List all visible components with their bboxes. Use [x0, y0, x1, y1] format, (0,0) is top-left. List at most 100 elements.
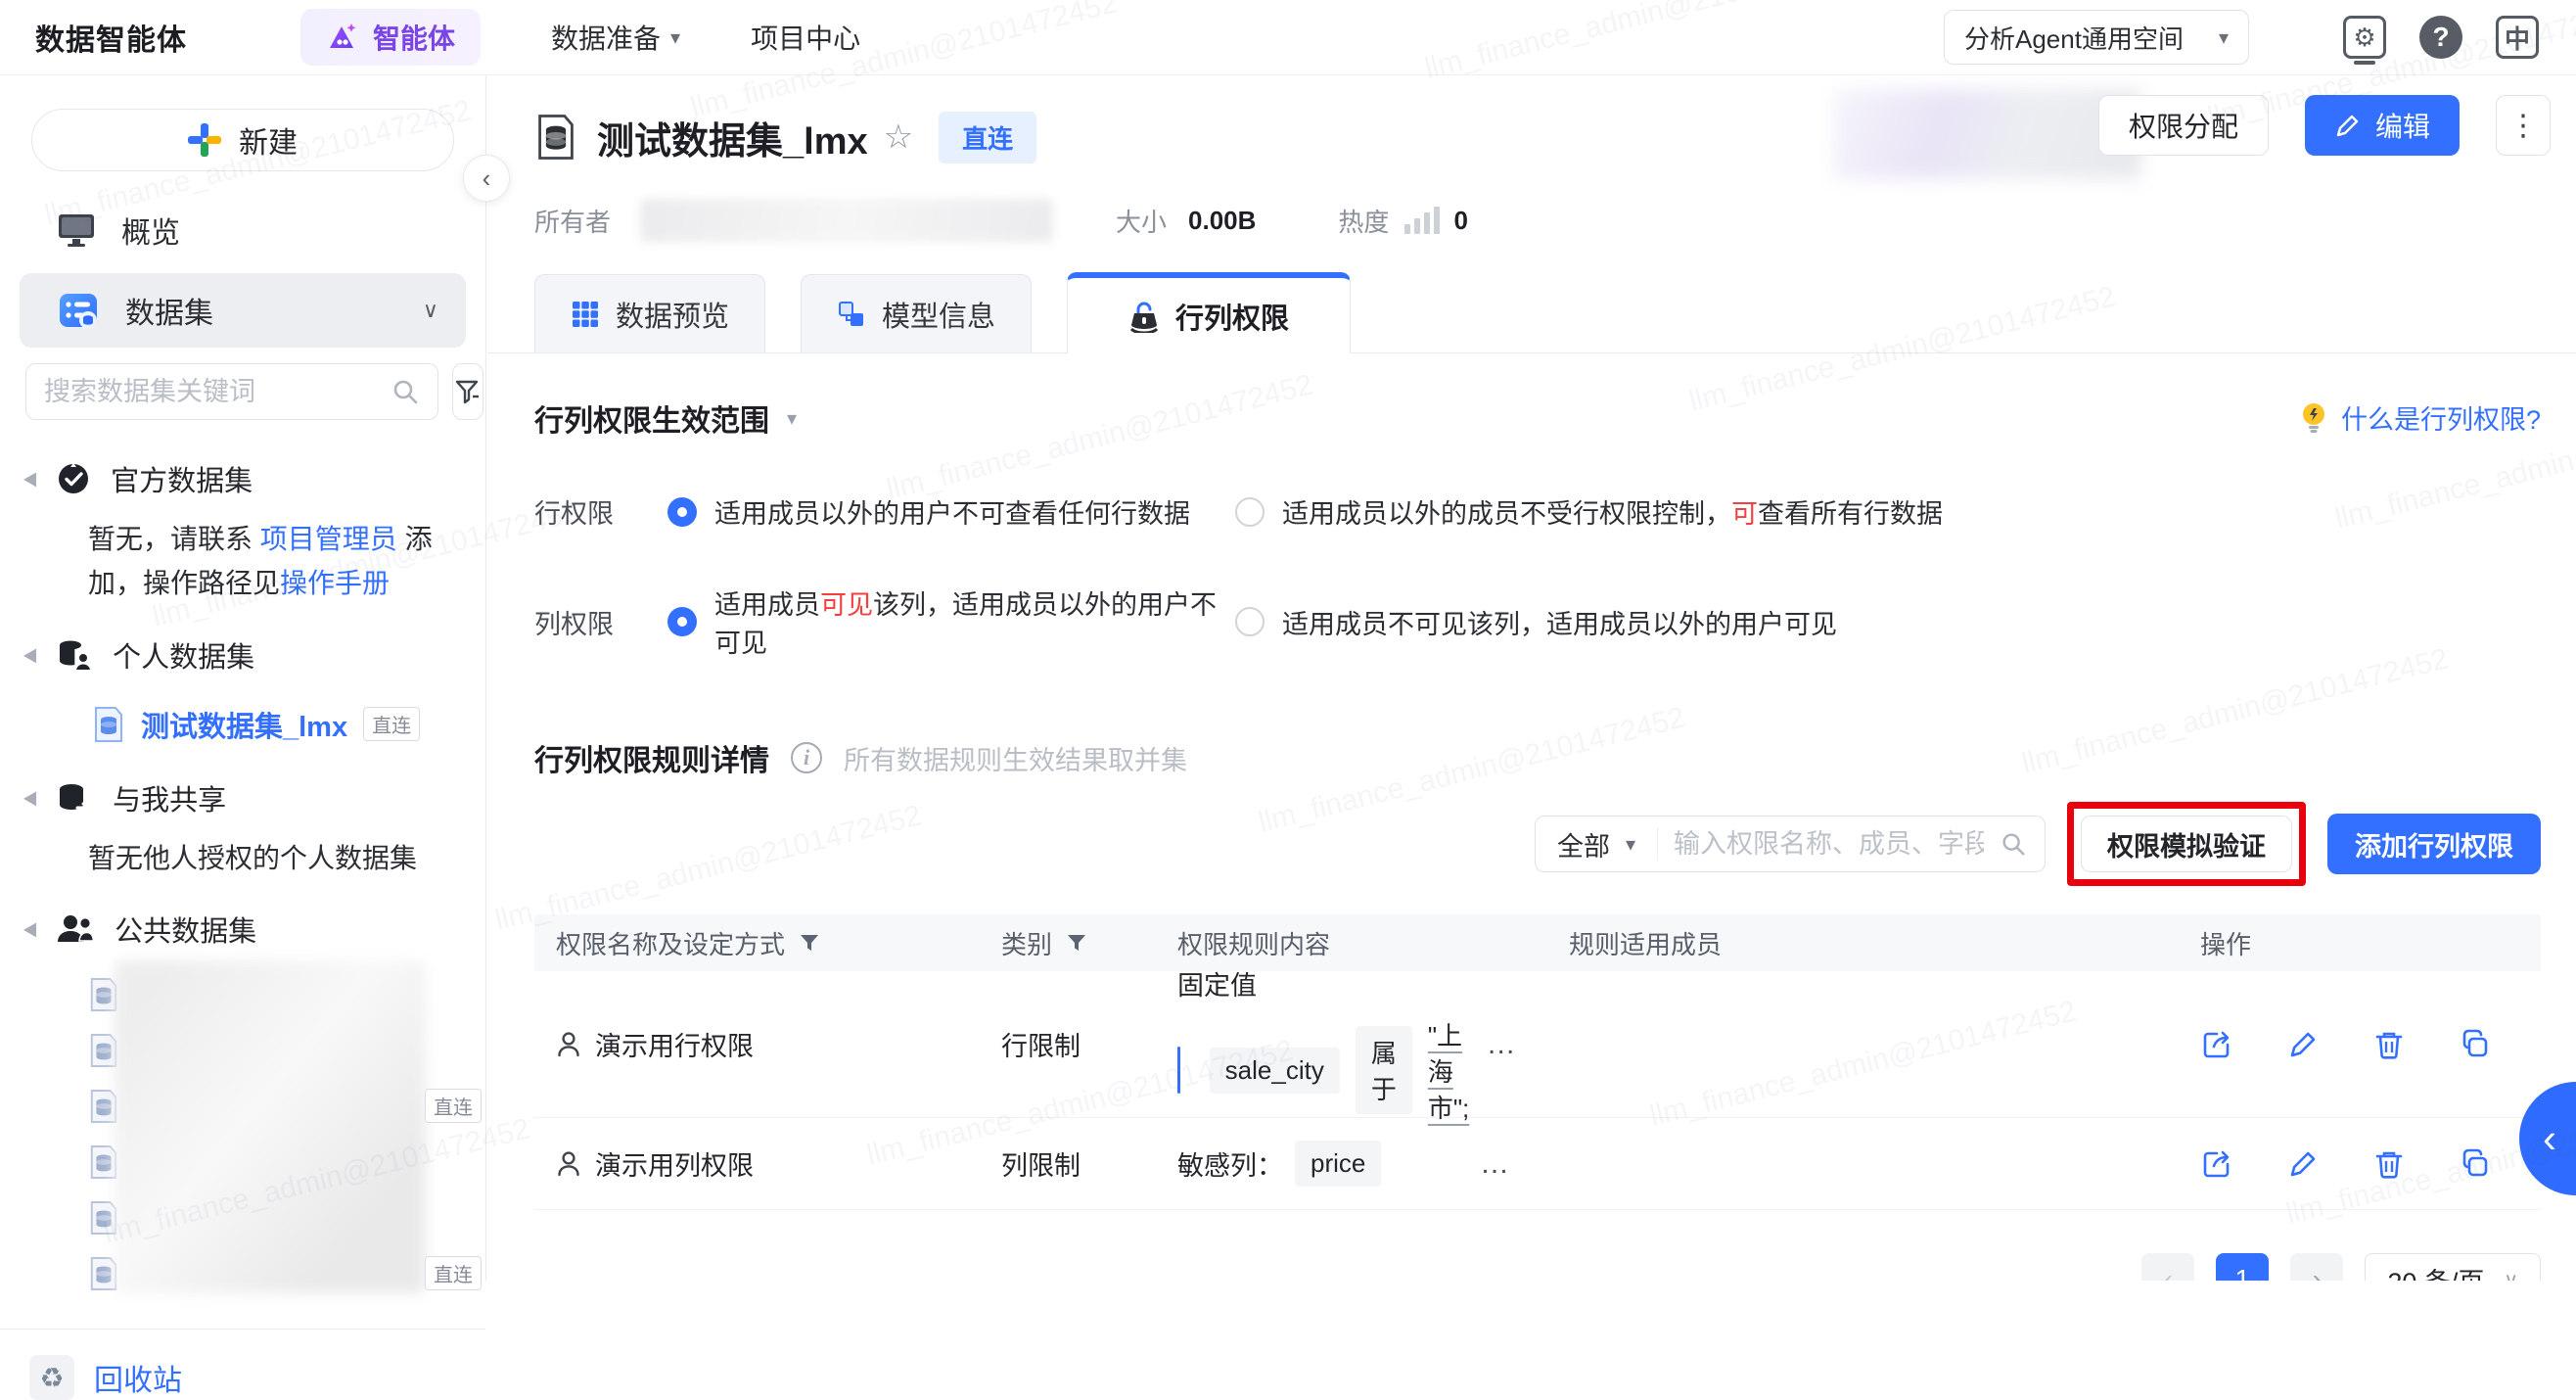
size-value: 0.00B — [1188, 206, 1256, 236]
colorful-plus-icon — [188, 123, 221, 157]
tab-data-preview[interactable]: 数据预览 — [534, 274, 765, 352]
project-admin-link[interactable]: 项目管理员 — [260, 524, 397, 554]
blurred-dataset-names — [115, 960, 426, 1293]
dataset-search-input[interactable] — [44, 377, 391, 407]
tree-section-public[interactable]: ◀ 公共数据集 — [0, 892, 485, 966]
tree-expand-icon[interactable]: ◀ — [23, 786, 36, 809]
tree-expand-icon[interactable]: ◀ — [23, 918, 36, 941]
nav-project-center[interactable]: 项目中心 — [751, 18, 860, 57]
tree-section-shared-label: 与我共享 — [113, 777, 226, 818]
chevron-down-icon: ▾ — [670, 25, 680, 50]
row-permission-option-2[interactable]: 适用成员以外的成员不受行权限控制，可查看所有行数据 — [1235, 492, 1943, 531]
column-permission-option-1[interactable]: 适用成员可见该列，适用成员以外的用户不可见 — [667, 583, 1235, 660]
radio-selected-icon[interactable] — [667, 497, 697, 527]
page-size-selector[interactable]: 20 条/页 ∨ — [2365, 1253, 2541, 1281]
edit-button[interactable]: 编辑 — [2305, 95, 2460, 156]
row-permission-option-1-label: 适用成员以外的用户不可查看任何行数据 — [714, 492, 1190, 531]
pencil-icon — [2334, 112, 2362, 139]
sidebar-collapse-button[interactable]: ‹ — [463, 155, 510, 202]
search-icon — [391, 377, 420, 406]
personal-dataset-item[interactable]: 测试数据集_lmx 直连 — [0, 692, 485, 761]
tree-section-personal[interactable]: ◀ 个人数据集 — [0, 618, 485, 692]
shared-dataset-icon — [56, 780, 93, 816]
apply-rule-icon[interactable] — [2200, 1028, 2233, 1061]
official-check-icon — [56, 461, 91, 496]
dataset-doc-icon — [534, 114, 577, 161]
permission-assign-button[interactable]: 权限分配 — [2098, 95, 2269, 156]
dataset-doc-icon — [92, 706, 125, 743]
favorite-star-icon[interactable]: ☆ — [884, 117, 913, 157]
row-permission-option-1[interactable]: 适用成员以外的用户不可查看任何行数据 — [667, 492, 1235, 531]
fixed-value-condition: 固定值 sale_city 属于 "上海市"; — [1177, 964, 1473, 1125]
condition-type: 固定值 — [1177, 964, 1473, 1003]
chevron-down-icon: ∨ — [2504, 1268, 2518, 1282]
shared-empty-note: 暂无他人授权的个人数据集 — [0, 835, 485, 893]
funnel-filter-icon[interactable] — [1066, 932, 1087, 954]
rules-filter-type-select[interactable]: 全部 ▾ — [1536, 827, 1658, 861]
tree-expand-icon[interactable]: ◀ — [23, 468, 36, 490]
pagination-next-button[interactable]: › — [2290, 1253, 2343, 1281]
edit-rule-icon[interactable] — [2286, 1028, 2320, 1061]
help-button[interactable]: ? — [2417, 14, 2464, 61]
pagination-page-1[interactable]: 1 — [2216, 1253, 2269, 1281]
new-button-label: 新建 — [239, 118, 298, 162]
tab-rowcol-permission[interactable]: 行列权限 — [1067, 272, 1351, 353]
scope-section-header: 行列权限生效范围 ▾ 什么是行列权限? — [534, 397, 2541, 440]
radio-unselected-icon[interactable] — [1235, 607, 1265, 636]
add-rowcol-permission-button[interactable]: 添加行列权限 — [2327, 814, 2541, 874]
app-logo: 数据智能体 — [35, 16, 187, 59]
rules-search-input[interactable] — [1658, 829, 2000, 860]
page-header: 测试数据集_lmx ☆ 直连 权限分配 编辑 ⋮ — [487, 75, 2576, 244]
sensitive-column-condition: 敏感列： price — [1177, 1141, 1381, 1187]
lightbulb-icon — [2298, 401, 2329, 435]
tab-model-info[interactable]: 模型信息 — [801, 274, 1032, 352]
tree-section-official[interactable]: ◀ 官方数据集 — [0, 442, 485, 516]
table-row[interactable]: 演示用列权限 列限制 敏感列： price … — [534, 1118, 2541, 1210]
nav-agent[interactable]: 智能体 — [300, 9, 481, 66]
chevron-down-icon[interactable]: ▾ — [787, 406, 797, 431]
what-is-rowcol-permission-link[interactable]: 什么是行列权限? — [2298, 398, 2541, 437]
sidebar-item-dataset-label: 数据集 — [125, 289, 213, 332]
condition-label: 敏感列： — [1177, 1144, 1283, 1183]
tree-expand-icon[interactable]: ◀ — [23, 643, 36, 666]
settings-button[interactable]: ⚙ — [2341, 14, 2388, 61]
grid-icon — [571, 300, 600, 329]
copy-rule-icon[interactable] — [2459, 1028, 2492, 1061]
new-button[interactable]: 新建 — [31, 109, 454, 171]
workspace-selector[interactable]: 分析Agent通用空间 ▾ — [1944, 10, 2249, 65]
pagination-prev-button[interactable]: ‹ — [2141, 1253, 2194, 1281]
truncation-ellipsis: … — [1480, 1147, 1512, 1181]
rule-name-cell: 演示用列权限 — [534, 1144, 980, 1183]
funnel-filter-icon — [453, 377, 483, 406]
manual-link[interactable]: 操作手册 — [280, 568, 390, 598]
delete-rule-icon[interactable] — [2372, 1028, 2406, 1061]
dataset-search-box — [25, 363, 438, 420]
tab-content: 行列权限生效范围 ▾ 什么是行列权限? 行权限 适用成员以外的用户不可查看任何行… — [487, 397, 2576, 1281]
permission-simulate-button[interactable]: 权限模拟验证 — [2081, 816, 2292, 872]
edit-rule-icon[interactable] — [2286, 1147, 2320, 1181]
more-actions-button[interactable]: ⋮ — [2496, 95, 2551, 156]
apply-rule-icon[interactable] — [2200, 1147, 2233, 1181]
dataset-filter-button[interactable] — [452, 363, 483, 420]
nav-data-prep[interactable]: 数据准备 ▾ — [551, 18, 680, 57]
tree-section-shared[interactable]: ◀ 与我共享 — [0, 761, 485, 835]
rule-name: 演示用行权限 — [595, 1025, 754, 1063]
nav-agent-label: 智能体 — [373, 18, 455, 57]
rules-table: 权限名称及设定方式 类别 权限规则内容 规则适用成员 操作 — [534, 914, 2541, 1210]
delete-rule-icon[interactable] — [2372, 1147, 2406, 1181]
table-row[interactable]: 演示用行权限 行限制 固定值 sale_city 属于 "上海市"; — [534, 971, 2541, 1118]
rule-actions-cell — [2179, 1028, 2541, 1061]
sidebar-item-dataset[interactable]: 数据集 ∨ — [20, 273, 466, 348]
radio-unselected-icon[interactable] — [1235, 497, 1265, 527]
chinese-language-icon: 中 — [2496, 16, 2539, 59]
recycle-bin-item[interactable]: ♻ 回收站 — [0, 1330, 485, 1400]
nav-project-center-label: 项目中心 — [751, 18, 860, 57]
language-button[interactable]: 中 — [2494, 14, 2541, 61]
field-tag: price — [1295, 1141, 1381, 1187]
red-highlight-annotation: 权限模拟验证 — [2067, 802, 2306, 886]
column-permission-option-2[interactable]: 适用成员不可见该列，适用成员以外的用户可见 — [1235, 603, 1837, 641]
funnel-filter-icon[interactable] — [799, 932, 820, 954]
sidebar-item-overview[interactable]: 概览 — [0, 193, 485, 267]
radio-selected-icon[interactable] — [667, 607, 697, 636]
copy-rule-icon[interactable] — [2459, 1147, 2492, 1181]
